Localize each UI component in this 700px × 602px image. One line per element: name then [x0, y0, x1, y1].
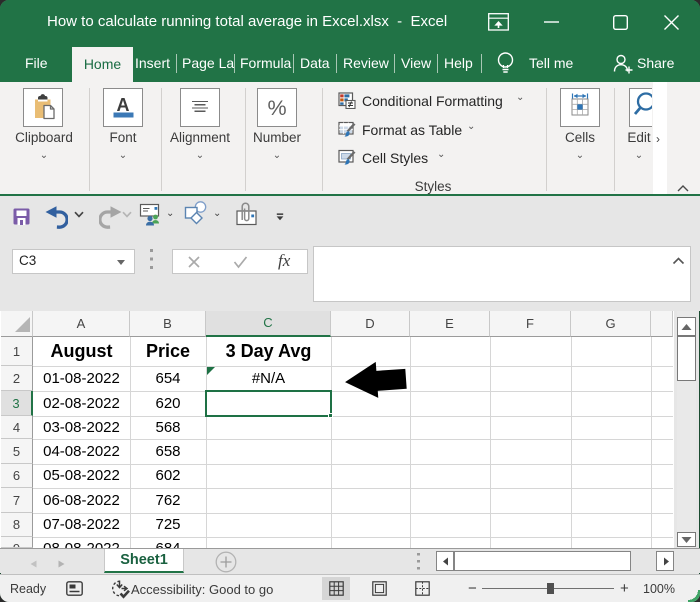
svg-text:A: A — [117, 95, 130, 115]
svg-text:%: % — [267, 96, 286, 120]
